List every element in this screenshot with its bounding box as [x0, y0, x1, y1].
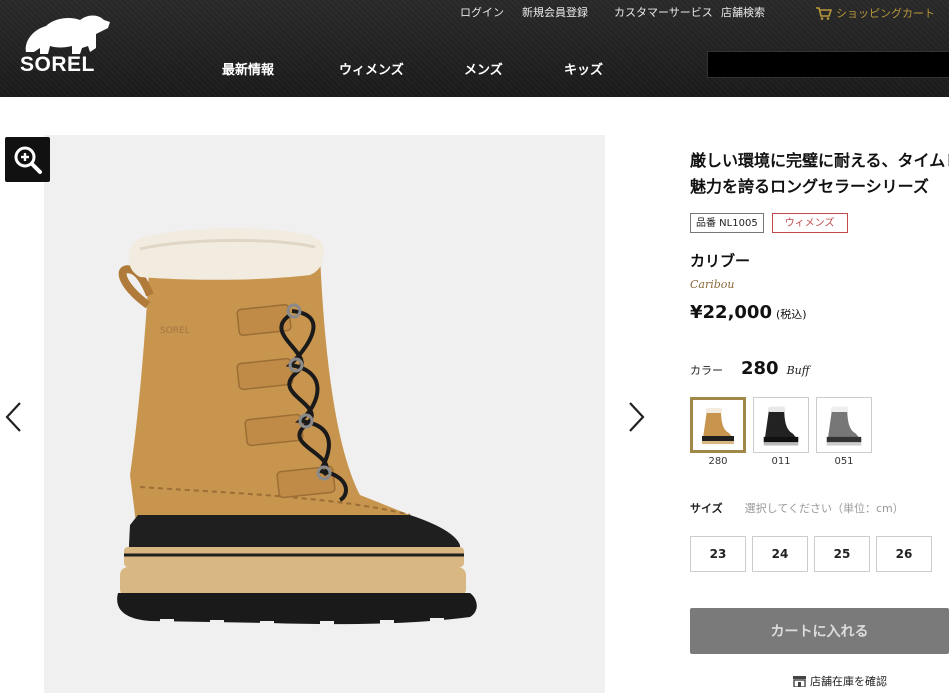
store-icon: [793, 675, 806, 687]
site-header: SOREL ログイン 新規会員登録 カスタマーサービス 店舗検索 ショッピングカ…: [0, 0, 949, 97]
swatch-code: 280: [708, 456, 728, 467]
svg-text:SOREL: SOREL: [160, 326, 190, 336]
tagline-line-1: 厳しい環境に完璧に耐える、タイムレ: [690, 151, 949, 170]
next-image-arrow-icon[interactable]: [626, 400, 646, 434]
size-label: サイズ: [690, 502, 723, 515]
swatch-image: [753, 397, 809, 453]
product-name: カリブー: [690, 252, 751, 270]
sku-badge: 品番 NL1005: [690, 213, 764, 233]
zoom-in-icon: [14, 146, 42, 174]
store-stock-link[interactable]: 店舗在庫を確認: [793, 673, 887, 689]
size-options: 23 24 25 26: [690, 536, 932, 572]
size-button-24[interactable]: 24: [752, 536, 808, 572]
gender-badge[interactable]: ウィメンズ: [771, 213, 848, 233]
nav-item-womens[interactable]: ウィメンズ: [339, 59, 404, 78]
size-button-26[interactable]: 26: [876, 536, 932, 572]
swatch-code: 011: [771, 456, 791, 467]
size-button-25[interactable]: 25: [814, 536, 870, 572]
product-price: ¥22,000 (税込): [690, 302, 807, 323]
color-row: カラー 280 Buff: [690, 358, 810, 379]
color-swatches: 280 011 051: [690, 397, 872, 467]
color-swatch-011[interactable]: 011: [753, 397, 809, 467]
nav-item-kids[interactable]: キッズ: [564, 59, 603, 78]
color-name: Buff: [786, 364, 810, 377]
login-link[interactable]: ログイン: [460, 4, 504, 20]
product-image-boot: SOREL: [117, 228, 477, 627]
register-link[interactable]: 新規会員登録: [522, 4, 588, 20]
cart-icon: [816, 6, 832, 20]
boot-thumbnail-icon: [702, 408, 734, 444]
search-input[interactable]: [707, 51, 949, 78]
boot-thumbnail-icon: [763, 406, 799, 446]
product-tagline: 厳しい環境に完璧に耐える、タイムレ 魅力を誇るロングセラーシリーズ: [690, 148, 949, 200]
store-stock-label: 店舗在庫を確認: [810, 675, 887, 688]
cart-label: ショッピングカート: [836, 7, 935, 20]
size-hint: 選択してください（単位：cm）: [744, 502, 904, 515]
add-to-cart-button[interactable]: カートに入れる: [690, 608, 949, 654]
tax-note: (税込): [775, 308, 807, 321]
tagline-line-2: 魅力を誇るロングセラーシリーズ: [690, 177, 929, 196]
color-label: カラー: [690, 364, 723, 377]
product-name-english: Caribou: [690, 278, 735, 291]
color-code: 280: [741, 358, 779, 379]
nav-item-mens[interactable]: メンズ: [464, 59, 503, 78]
swatch-code: 051: [834, 456, 854, 467]
product-badges: 品番 NL1005 ウィメンズ: [690, 213, 848, 233]
shopping-cart-link[interactable]: ショッピングカート: [816, 5, 935, 21]
store-search-link[interactable]: 店舗検索: [721, 4, 765, 20]
nav-item-news[interactable]: 最新情報: [222, 59, 274, 78]
size-row: サイズ 選択してください（単位：cm）: [690, 500, 904, 516]
size-button-23[interactable]: 23: [690, 536, 746, 572]
zoom-button[interactable]: [5, 137, 50, 182]
boot-thumbnail-icon: [826, 406, 862, 446]
utility-nav: ログイン 新規会員登録 カスタマーサービス 店舗検索 ショッピングカート: [0, 4, 949, 20]
logo-text[interactable]: SOREL: [20, 53, 95, 77]
swatch-image: [690, 397, 746, 453]
price-value: ¥22,000: [690, 302, 772, 323]
swatch-image: [816, 397, 872, 453]
color-swatch-280[interactable]: 280: [690, 397, 746, 467]
color-swatch-051[interactable]: 051: [816, 397, 872, 467]
customer-service-link[interactable]: カスタマーサービス: [614, 4, 713, 20]
previous-image-arrow-icon[interactable]: [4, 400, 24, 434]
